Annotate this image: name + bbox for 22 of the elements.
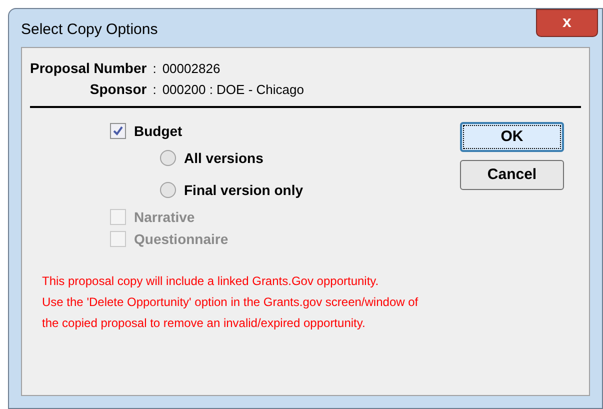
checkmark-icon xyxy=(113,126,123,136)
radio-button[interactable] xyxy=(160,150,176,166)
warning-text: the copied proposal to remove an invalid/expired opportunity. xyxy=(42,315,366,332)
field-label: Proposal Number xyxy=(30,59,147,78)
warning-text: Use the 'Delete Opportunity' option in the Grants.gov screen/window of xyxy=(42,294,420,311)
field-value: 00002826 xyxy=(162,60,222,78)
radio-label: All versions xyxy=(184,148,264,168)
field-label: Sponsor xyxy=(88,80,147,99)
radio-label: Final version only xyxy=(184,180,304,200)
checkbox-label: Narrative xyxy=(134,208,195,226)
separator: : xyxy=(152,81,156,99)
separator: : xyxy=(152,60,156,78)
checkbox-label: Questionnaire xyxy=(134,230,228,249)
close-button[interactable]: x xyxy=(536,9,598,37)
field-value: 000200 : DOE - Chicago xyxy=(162,81,305,99)
checkbox-label: Budget xyxy=(134,122,182,141)
checkbox[interactable] xyxy=(110,123,126,139)
warning-text: This proposal copy will include a linked Grants.Gov opportunity. xyxy=(42,273,380,290)
window-title: Select Copy Options xyxy=(21,20,158,40)
dialog-button[interactable]: Cancel xyxy=(460,160,564,190)
dialog-button[interactable]: OK xyxy=(460,122,564,152)
radio-button[interactable] xyxy=(160,182,176,198)
